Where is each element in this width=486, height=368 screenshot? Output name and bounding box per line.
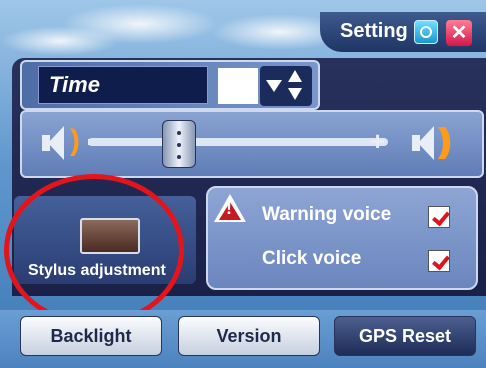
speaker-low-icon[interactable] xyxy=(42,126,64,160)
time-selector[interactable] xyxy=(260,66,312,106)
speaker-high-icon[interactable] xyxy=(412,126,434,160)
highlight-ring xyxy=(4,174,184,326)
dropdown-arrow-icon[interactable] xyxy=(266,80,282,92)
warning-voice-label: Warning voice xyxy=(262,204,392,225)
time-value-field[interactable] xyxy=(218,68,258,104)
volume-slider-thumb[interactable] xyxy=(162,120,196,168)
voice-panel xyxy=(206,186,478,290)
backlight-button[interactable]: Backlight xyxy=(20,316,162,356)
down-arrow-icon[interactable] xyxy=(288,88,302,100)
settings-screen: Setting ✕ Time ) + ))) Stylus adjustment… xyxy=(0,0,486,368)
close-icon[interactable]: ✕ xyxy=(446,20,472,46)
cloud xyxy=(0,26,120,56)
sound-wave-icon: ) xyxy=(70,124,80,157)
click-voice-label: Click voice xyxy=(262,248,362,269)
volume-slider-track[interactable] xyxy=(88,138,388,146)
plus-icon[interactable]: + xyxy=(370,128,385,154)
tools-icon[interactable] xyxy=(414,20,438,44)
click-voice-checkbox[interactable] xyxy=(428,250,450,272)
sound-waves-icon: ))) xyxy=(438,122,452,160)
exclamation-icon: ! xyxy=(226,198,232,218)
time-label: Time xyxy=(38,66,208,104)
version-button[interactable]: Version xyxy=(178,316,320,356)
page-title: Setting xyxy=(340,20,408,42)
up-arrow-icon[interactable] xyxy=(288,70,302,82)
gps-reset-button[interactable]: GPS Reset xyxy=(334,316,476,356)
warning-voice-checkbox[interactable] xyxy=(428,206,450,228)
